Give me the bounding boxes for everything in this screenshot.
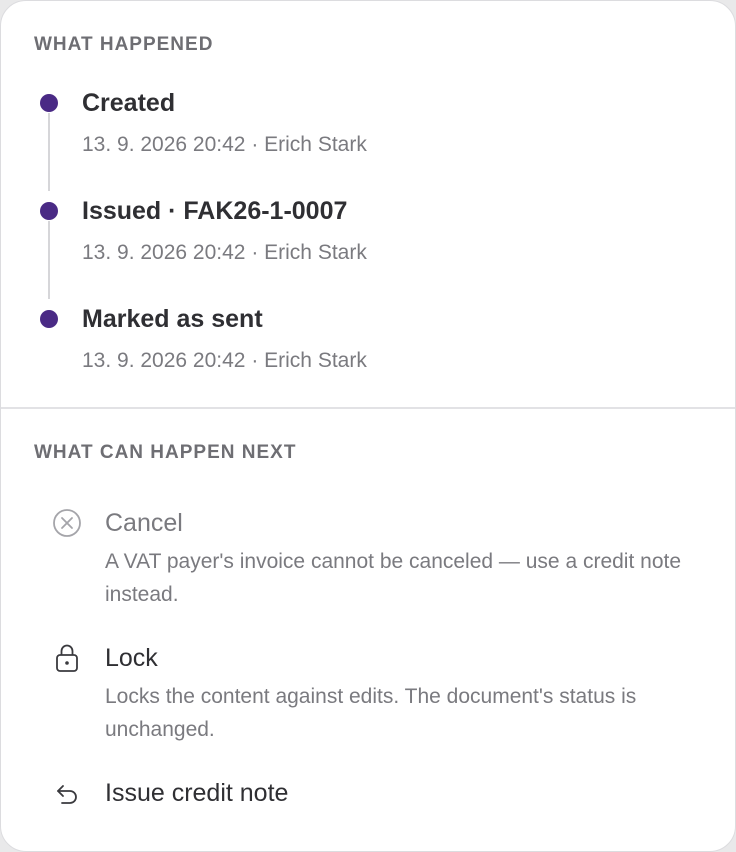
lock-action-description: Locks the content against edits. The doc… (105, 685, 637, 741)
timeline-dot (40, 94, 58, 112)
section-divider (1, 407, 735, 409)
issue-credit-note-title: Issue credit note (105, 779, 289, 807)
lock-action[interactable]: Lock Locks the content against edits. Th… (1, 636, 735, 746)
event-meta: 13. 9. 2026 20:42 · Erich Stark (82, 133, 367, 156)
history-section: WHAT HAPPENED Created 13. 9. 2026 20:42 … (1, 1, 735, 407)
event-title: Created (82, 89, 176, 117)
history-heading: WHAT HAPPENED (34, 34, 214, 55)
lock-icon (56, 644, 78, 672)
next-heading: WHAT CAN HAPPEN NEXT (34, 442, 297, 463)
lock-action-title: Lock (105, 644, 158, 672)
event-title: Issued · FAK26-1-0007 (82, 197, 348, 225)
timeline-connector (48, 221, 50, 299)
event-title: Marked as sent (82, 305, 263, 333)
cancel-action-description: A VAT payer's invoice cannot be canceled… (105, 550, 682, 606)
document-history-panel: WHAT HAPPENED Created 13. 9. 2026 20:42 … (0, 0, 736, 852)
issue-credit-note-action[interactable]: Issue credit note (1, 771, 735, 821)
timeline-dot (40, 310, 58, 328)
event-meta: 13. 9. 2026 20:42 · Erich Stark (82, 349, 367, 372)
timeline-connector (48, 113, 50, 191)
cancel-action: Cancel A VAT payer's invoice cannot be c… (1, 501, 735, 611)
event-meta: 13. 9. 2026 20:42 · Erich Stark (82, 241, 367, 264)
cancel-circle-icon (53, 509, 81, 537)
timeline-dot (40, 202, 58, 220)
cancel-action-title: Cancel (105, 509, 183, 537)
undo-arrow-icon (57, 785, 77, 804)
